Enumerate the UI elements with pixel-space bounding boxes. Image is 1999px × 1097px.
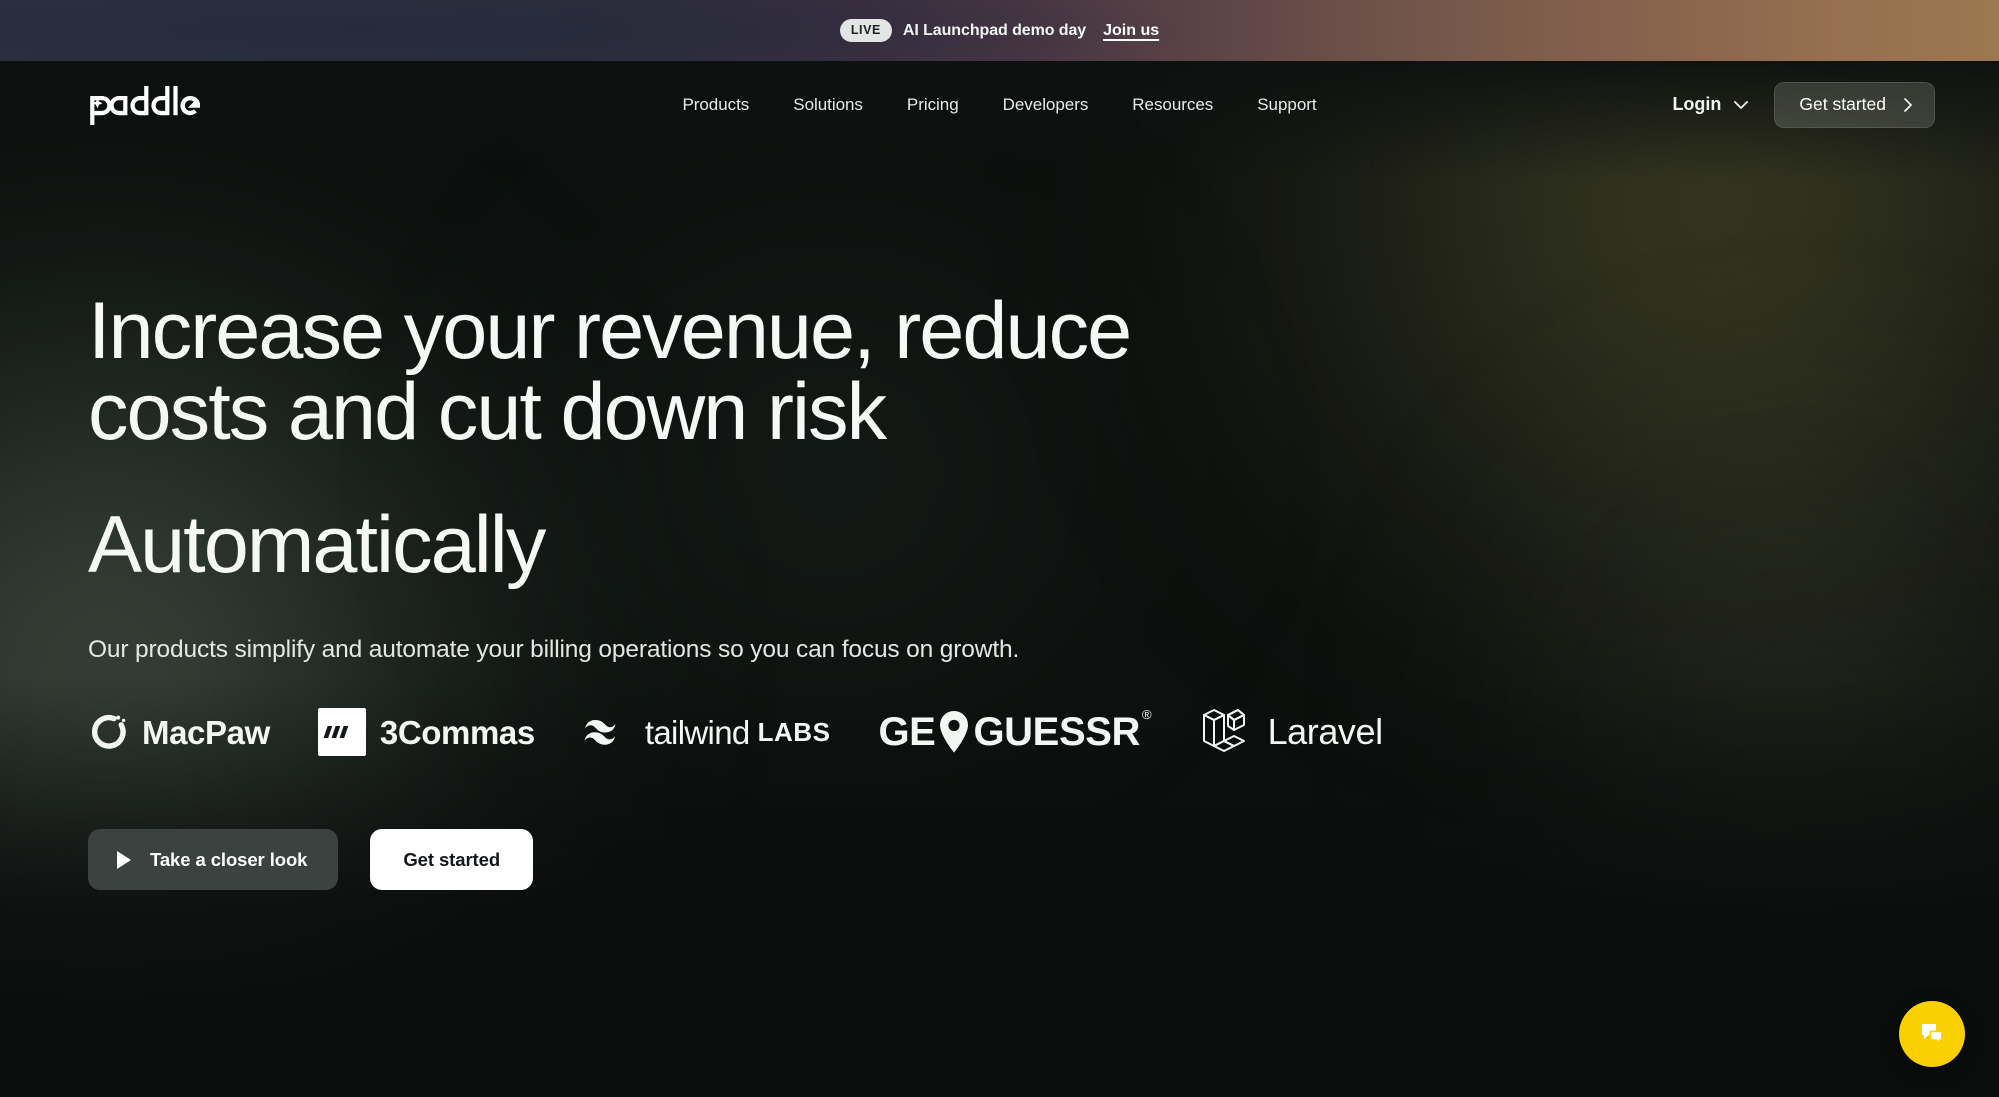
brand-geoguessr-trademark: ® (1142, 707, 1152, 722)
nav-get-started-label: Get started (1799, 94, 1886, 114)
take-a-closer-look-button[interactable]: Take a closer look (88, 829, 339, 890)
join-us-link[interactable]: Join us (1103, 22, 1159, 40)
paddle-logo[interactable] (88, 84, 200, 126)
brand-geoguessr: GE GUESSR ® (878, 703, 1152, 761)
brand-tailwind-label: tailwind (644, 713, 750, 751)
hero-headline: Increase your revenue, reduce costs and … (88, 291, 1418, 453)
nav-item-resources[interactable]: Resources (1132, 95, 1213, 115)
customer-logo-strip: MacPaw 3Commas tailwind LABS GE GUESSR ®… (88, 702, 1999, 762)
live-badge: LIVE (839, 19, 892, 42)
nav-item-pricing[interactable]: Pricing (907, 95, 959, 115)
nav-links: Products Solutions Pricing Developers Re… (682, 95, 1316, 115)
login-menu-button[interactable]: Login (1672, 94, 1749, 115)
macpaw-icon (91, 714, 126, 749)
brand-macpaw: MacPaw (88, 703, 270, 761)
brand-tailwind-suffix: LABS (757, 717, 831, 747)
nav-item-solutions[interactable]: Solutions (793, 95, 863, 115)
page-root: LIVE AI Launchpad demo day Join us Produ… (0, 0, 1999, 1097)
chevron-right-icon (1904, 97, 1912, 112)
brand-macpaw-label: MacPaw (142, 713, 270, 751)
geoguessr-pin-icon (940, 710, 969, 753)
hero-cta-row: Take a closer look Get started (88, 829, 1999, 890)
brand-3commas: 3Commas (317, 703, 535, 761)
hero-get-started-button[interactable]: Get started (370, 829, 534, 890)
play-icon (117, 850, 131, 869)
brand-laravel: Laravel (1200, 703, 1383, 761)
headline-line-1: Increase your revenue, reduce (88, 286, 1132, 376)
nav-item-support[interactable]: Support (1257, 95, 1316, 115)
brand-geoguessr-label-part2: GUESSR (973, 710, 1140, 754)
announcement-text: AI Launchpad demo day (902, 21, 1087, 39)
login-label: Login (1672, 94, 1722, 114)
headline-line-2: costs and cut down risk (88, 367, 887, 457)
nav-item-developers[interactable]: Developers (1003, 95, 1089, 115)
hero-subheadline: Our products simplify and automate your … (88, 636, 1020, 663)
hero-section: Increase your revenue, reduce costs and … (0, 291, 1999, 890)
brand-geoguessr-label-part1: GE (878, 710, 936, 754)
chat-bubble-icon (1922, 1024, 1943, 1044)
hero-get-started-label: Get started (403, 848, 501, 870)
announcement-content: LIVE AI Launchpad demo day Join us (839, 19, 1159, 42)
chevron-down-icon (1734, 100, 1749, 109)
nav-right-group: Login Get started (1672, 81, 1935, 128)
main-navbar: Products Solutions Pricing Developers Re… (0, 61, 1999, 148)
take-a-closer-look-label: Take a closer look (150, 848, 308, 870)
tailwind-icon (584, 720, 616, 745)
headline-accent: Automatically (88, 500, 546, 590)
brand-tailwind-labs: tailwind LABS (583, 703, 831, 761)
laravel-icon (1202, 709, 1245, 752)
nav-item-products[interactable]: Products (682, 95, 749, 115)
3commas-icon (317, 708, 366, 756)
brand-3commas-label: 3Commas (379, 713, 535, 751)
brand-laravel-label: Laravel (1267, 711, 1383, 752)
announcement-banner: LIVE AI Launchpad demo day Join us (0, 0, 1999, 61)
nav-get-started-button[interactable]: Get started (1774, 81, 1935, 128)
chat-widget-button[interactable] (1899, 1001, 1965, 1067)
